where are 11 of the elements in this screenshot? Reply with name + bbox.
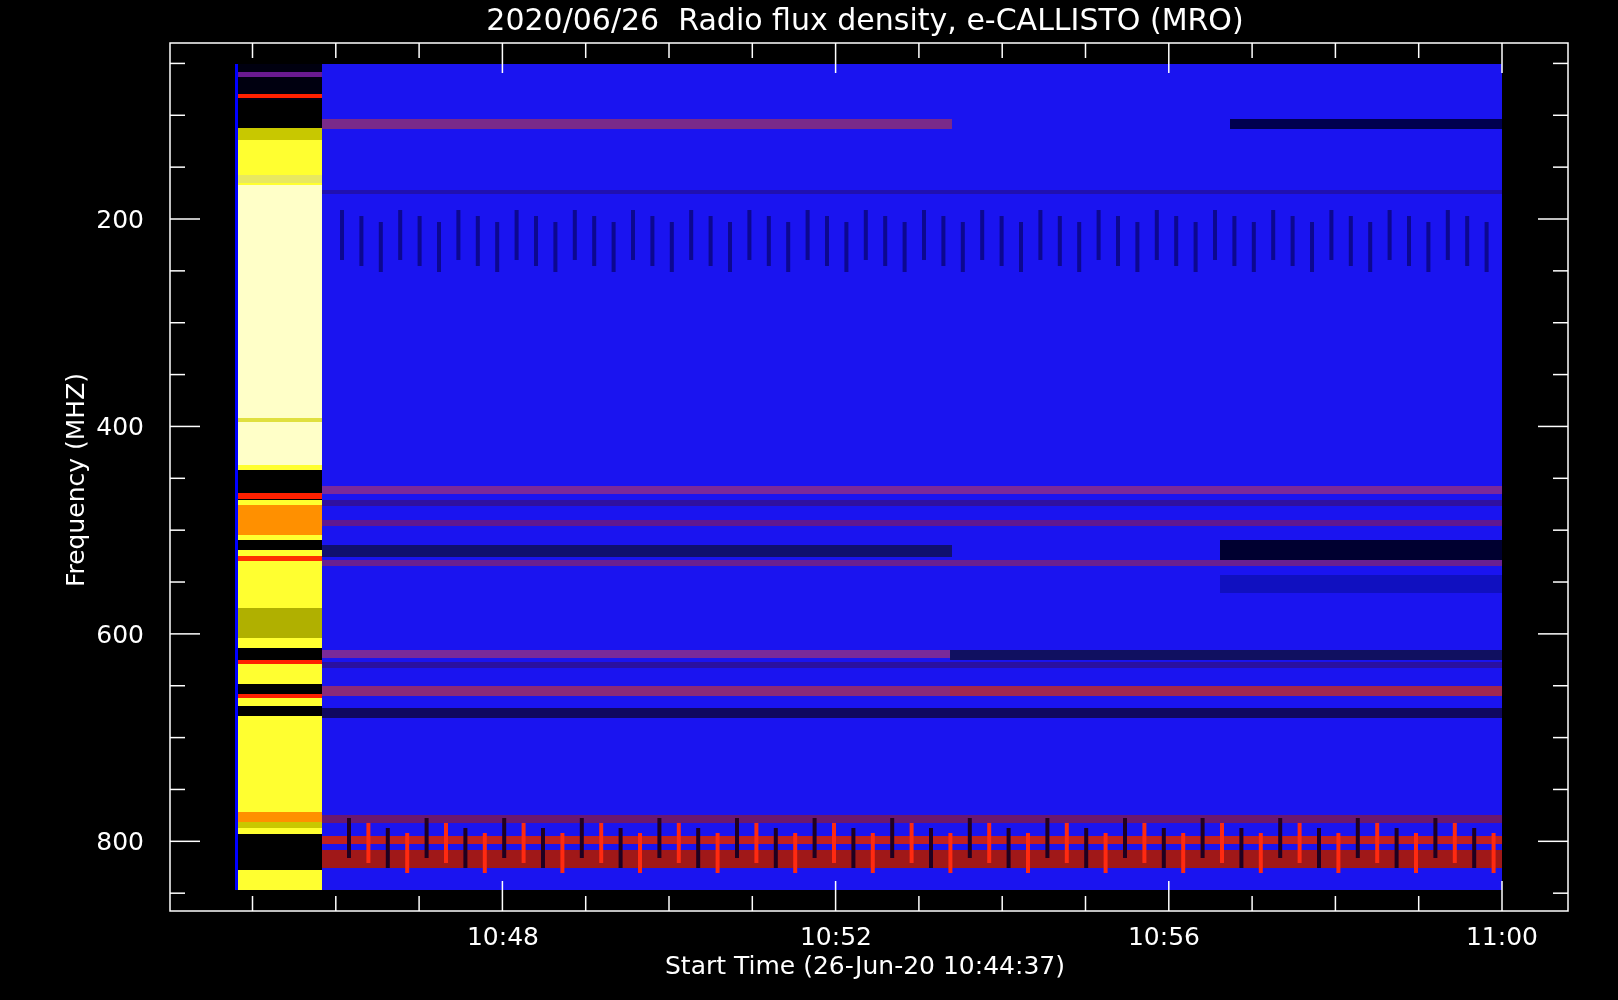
- y-tick-label: 800: [96, 827, 144, 856]
- y-tick-label: 400: [96, 412, 144, 441]
- y-tick-label: 200: [96, 205, 144, 234]
- x-tick-label: 10:52: [800, 922, 872, 951]
- x-axis-label: Start Time (26-Jun-20 10:44:37): [665, 951, 1065, 980]
- x-tick-label: 10:48: [467, 922, 539, 951]
- chart-title: 2020/06/26 Radio flux density, e-CALLISTO (MRO): [486, 2, 1244, 37]
- y-axis-label: Frequency (MHZ): [61, 372, 90, 588]
- x-tick-label: 11:00: [1466, 922, 1538, 951]
- x-tick-label: 10:56: [1128, 922, 1200, 951]
- y-tick-label: 600: [96, 620, 144, 649]
